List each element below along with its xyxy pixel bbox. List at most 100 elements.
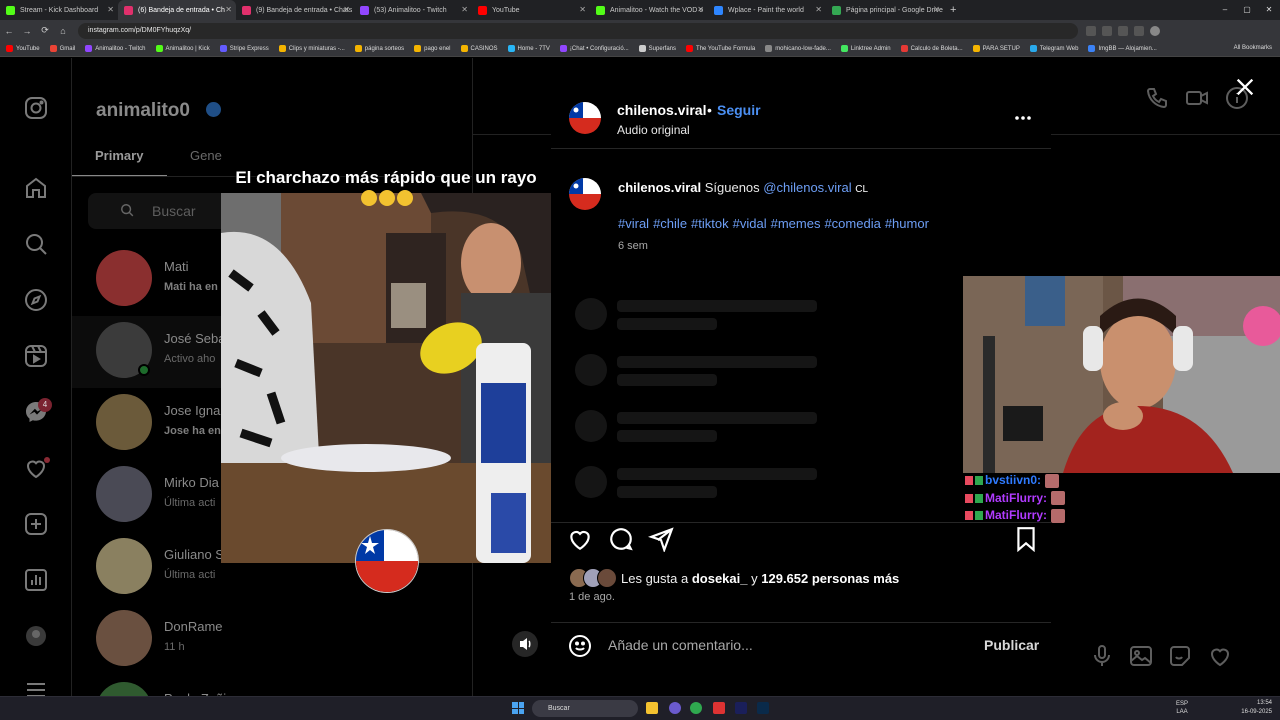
browser-tab[interactable]: (9) Bandeja de entrada • Chats ✕ [236, 0, 354, 20]
bookmark-item[interactable]: Calculo de Boleta... [900, 45, 963, 52]
explore-icon[interactable] [24, 288, 48, 312]
bookmark-item[interactable]: página sorteos [354, 45, 404, 52]
bookmark-icon[interactable] [1013, 526, 1039, 553]
bookmark-item[interactable]: The YouTube Formula [686, 45, 755, 52]
bookmark-item[interactable]: pago enel [414, 45, 451, 52]
extension-icon[interactable] [1102, 25, 1112, 36]
author-avatar[interactable] [569, 102, 601, 134]
hashtag-link[interactable]: #comedia [824, 216, 880, 231]
close-window-icon[interactable]: ✕ [1258, 0, 1280, 20]
all-bookmarks[interactable]: All Bookmarks [1234, 45, 1272, 51]
bookmark-item[interactable]: CASINOS [460, 45, 498, 52]
browser-tab[interactable]: (53) Animalitoo - Twitch ✕ [354, 0, 472, 20]
tab-primary[interactable]: Primary [95, 148, 143, 163]
video-call-icon[interactable] [1185, 86, 1209, 110]
bookmark-item[interactable]: Animalitoo - Twitch [85, 45, 146, 52]
profile-avatar-icon[interactable] [24, 624, 48, 648]
comment-icon[interactable] [608, 526, 634, 552]
extension-icon[interactable] [1118, 25, 1128, 36]
bookmark-item[interactable]: Gmail [49, 45, 75, 52]
comment-avatar[interactable] [569, 178, 601, 210]
volume-icon[interactable] [512, 631, 538, 657]
mention-link[interactable]: @chilenos.viral [763, 180, 851, 195]
more-options-icon[interactable] [1013, 108, 1033, 128]
inbox-username[interactable]: animalito0 [96, 100, 190, 122]
hashtag-link[interactable]: #chile [653, 216, 687, 231]
audio-label[interactable]: Audio original [617, 123, 690, 137]
bookmark-item[interactable]: Linktree Admin [840, 45, 891, 52]
tab-close-icon[interactable]: ✕ [343, 5, 350, 14]
video-player[interactable] [221, 193, 551, 563]
home-icon[interactable]: ⌂ [54, 26, 72, 36]
photoshop-icon[interactable] [757, 702, 769, 714]
browser-tab[interactable]: YouTube ✕ [472, 0, 590, 20]
tab-general[interactable]: Gene [190, 148, 222, 163]
app-icon[interactable] [669, 702, 681, 714]
tab-close-icon[interactable]: ✕ [579, 5, 586, 14]
file-explorer-icon[interactable] [646, 702, 658, 714]
bookmark-item[interactable]: Animalitoo | Kick [155, 45, 210, 52]
bookmark-item[interactable]: Clips y miniaturas -... [278, 45, 345, 52]
bookmark-item[interactable]: ImgBB — Alojamien... [1088, 45, 1157, 52]
tab-close-icon[interactable]: ✕ [815, 5, 822, 14]
chrome-icon[interactable] [690, 702, 702, 714]
like-heart-icon[interactable] [567, 526, 593, 552]
bookmark-item[interactable]: Superfans [638, 45, 676, 52]
hashtag-link[interactable]: #memes [771, 216, 821, 231]
url-field[interactable]: instagram.com/p/DM0FYhuqzXq/ [78, 22, 1078, 39]
bookmark-item[interactable]: Home - 7TV [507, 45, 550, 52]
maximize-icon[interactable]: ▢ [1236, 0, 1258, 20]
like-heart-icon[interactable] [1208, 644, 1232, 668]
tab-close-icon[interactable]: ✕ [933, 5, 940, 14]
extension-icon[interactable] [1134, 25, 1144, 36]
chat-row[interactable]: DonRame 11 h [72, 604, 472, 676]
hashtag-link[interactable]: #vidal [733, 216, 767, 231]
emoji-picker-icon[interactable] [568, 634, 592, 658]
bookmark-item[interactable]: PARA SETUP [972, 45, 1020, 52]
hashtag-link[interactable]: #tiktok [691, 216, 729, 231]
microphone-icon[interactable] [1090, 644, 1114, 668]
windows-start-icon[interactable] [512, 702, 524, 714]
close-modal-icon[interactable] [1234, 76, 1256, 98]
clock[interactable]: 13:54 16-09-2025 [1241, 699, 1272, 717]
search-input[interactable]: Buscar [152, 203, 196, 219]
taskbar-search[interactable]: Buscar [532, 700, 638, 717]
home-nav-icon[interactable] [24, 176, 48, 200]
tab-close-icon[interactable]: ✕ [697, 5, 704, 14]
hashtag-link[interactable]: #humor [885, 216, 929, 231]
share-icon[interactable] [647, 526, 674, 554]
new-tab-button[interactable]: + [944, 4, 962, 16]
tab-close-icon[interactable]: ✕ [107, 5, 114, 14]
premiere-icon[interactable] [735, 702, 747, 714]
follow-button[interactable]: Seguir [717, 102, 761, 118]
create-icon[interactable] [24, 512, 48, 536]
sticker-icon[interactable] [1168, 644, 1192, 668]
app-icon[interactable] [713, 702, 725, 714]
bookmark-item[interactable]: YouTube [6, 45, 40, 52]
dashboard-icon[interactable] [24, 568, 48, 592]
back-icon[interactable]: ← [0, 26, 18, 36]
publish-button[interactable]: Publicar [984, 637, 1039, 653]
minimize-icon[interactable]: – [1214, 0, 1236, 20]
image-icon[interactable] [1129, 644, 1153, 668]
browser-tab[interactable]: Animalitoo - Watch the VOD o ✕ [590, 0, 708, 20]
tab-close-icon[interactable]: ✕ [461, 5, 468, 14]
instagram-logo-icon[interactable] [24, 96, 48, 120]
bookmark-item[interactable]: Stripe Express [219, 45, 269, 52]
browser-tab[interactable]: Wplace - Paint the world ✕ [708, 0, 826, 20]
bookmark-item[interactable]: mohicano-low-fade... [765, 45, 831, 52]
browser-tab[interactable]: (6) Bandeja de entrada • Ch ✕ [118, 0, 236, 20]
comment-username[interactable]: chilenos.viral [618, 180, 701, 195]
extension-icon[interactable] [1086, 25, 1096, 36]
bookmark-item[interactable]: Telegram Web [1029, 45, 1078, 52]
hashtag-link[interactable]: #viral [618, 216, 649, 231]
phone-icon[interactable] [1145, 86, 1169, 110]
comment-input[interactable]: Añade un comentario... [608, 637, 968, 653]
author-username[interactable]: chilenos.viral [617, 102, 706, 118]
liker-username[interactable]: dosekai_ [692, 571, 748, 586]
forward-icon[interactable]: → [18, 26, 36, 36]
language-indicator[interactable]: ESP LAA [1176, 700, 1188, 716]
browser-tab[interactable]: Stream - Kick Dashboard ✕ [0, 0, 118, 20]
reels-icon[interactable] [24, 344, 48, 368]
search-nav-icon[interactable] [24, 232, 48, 256]
